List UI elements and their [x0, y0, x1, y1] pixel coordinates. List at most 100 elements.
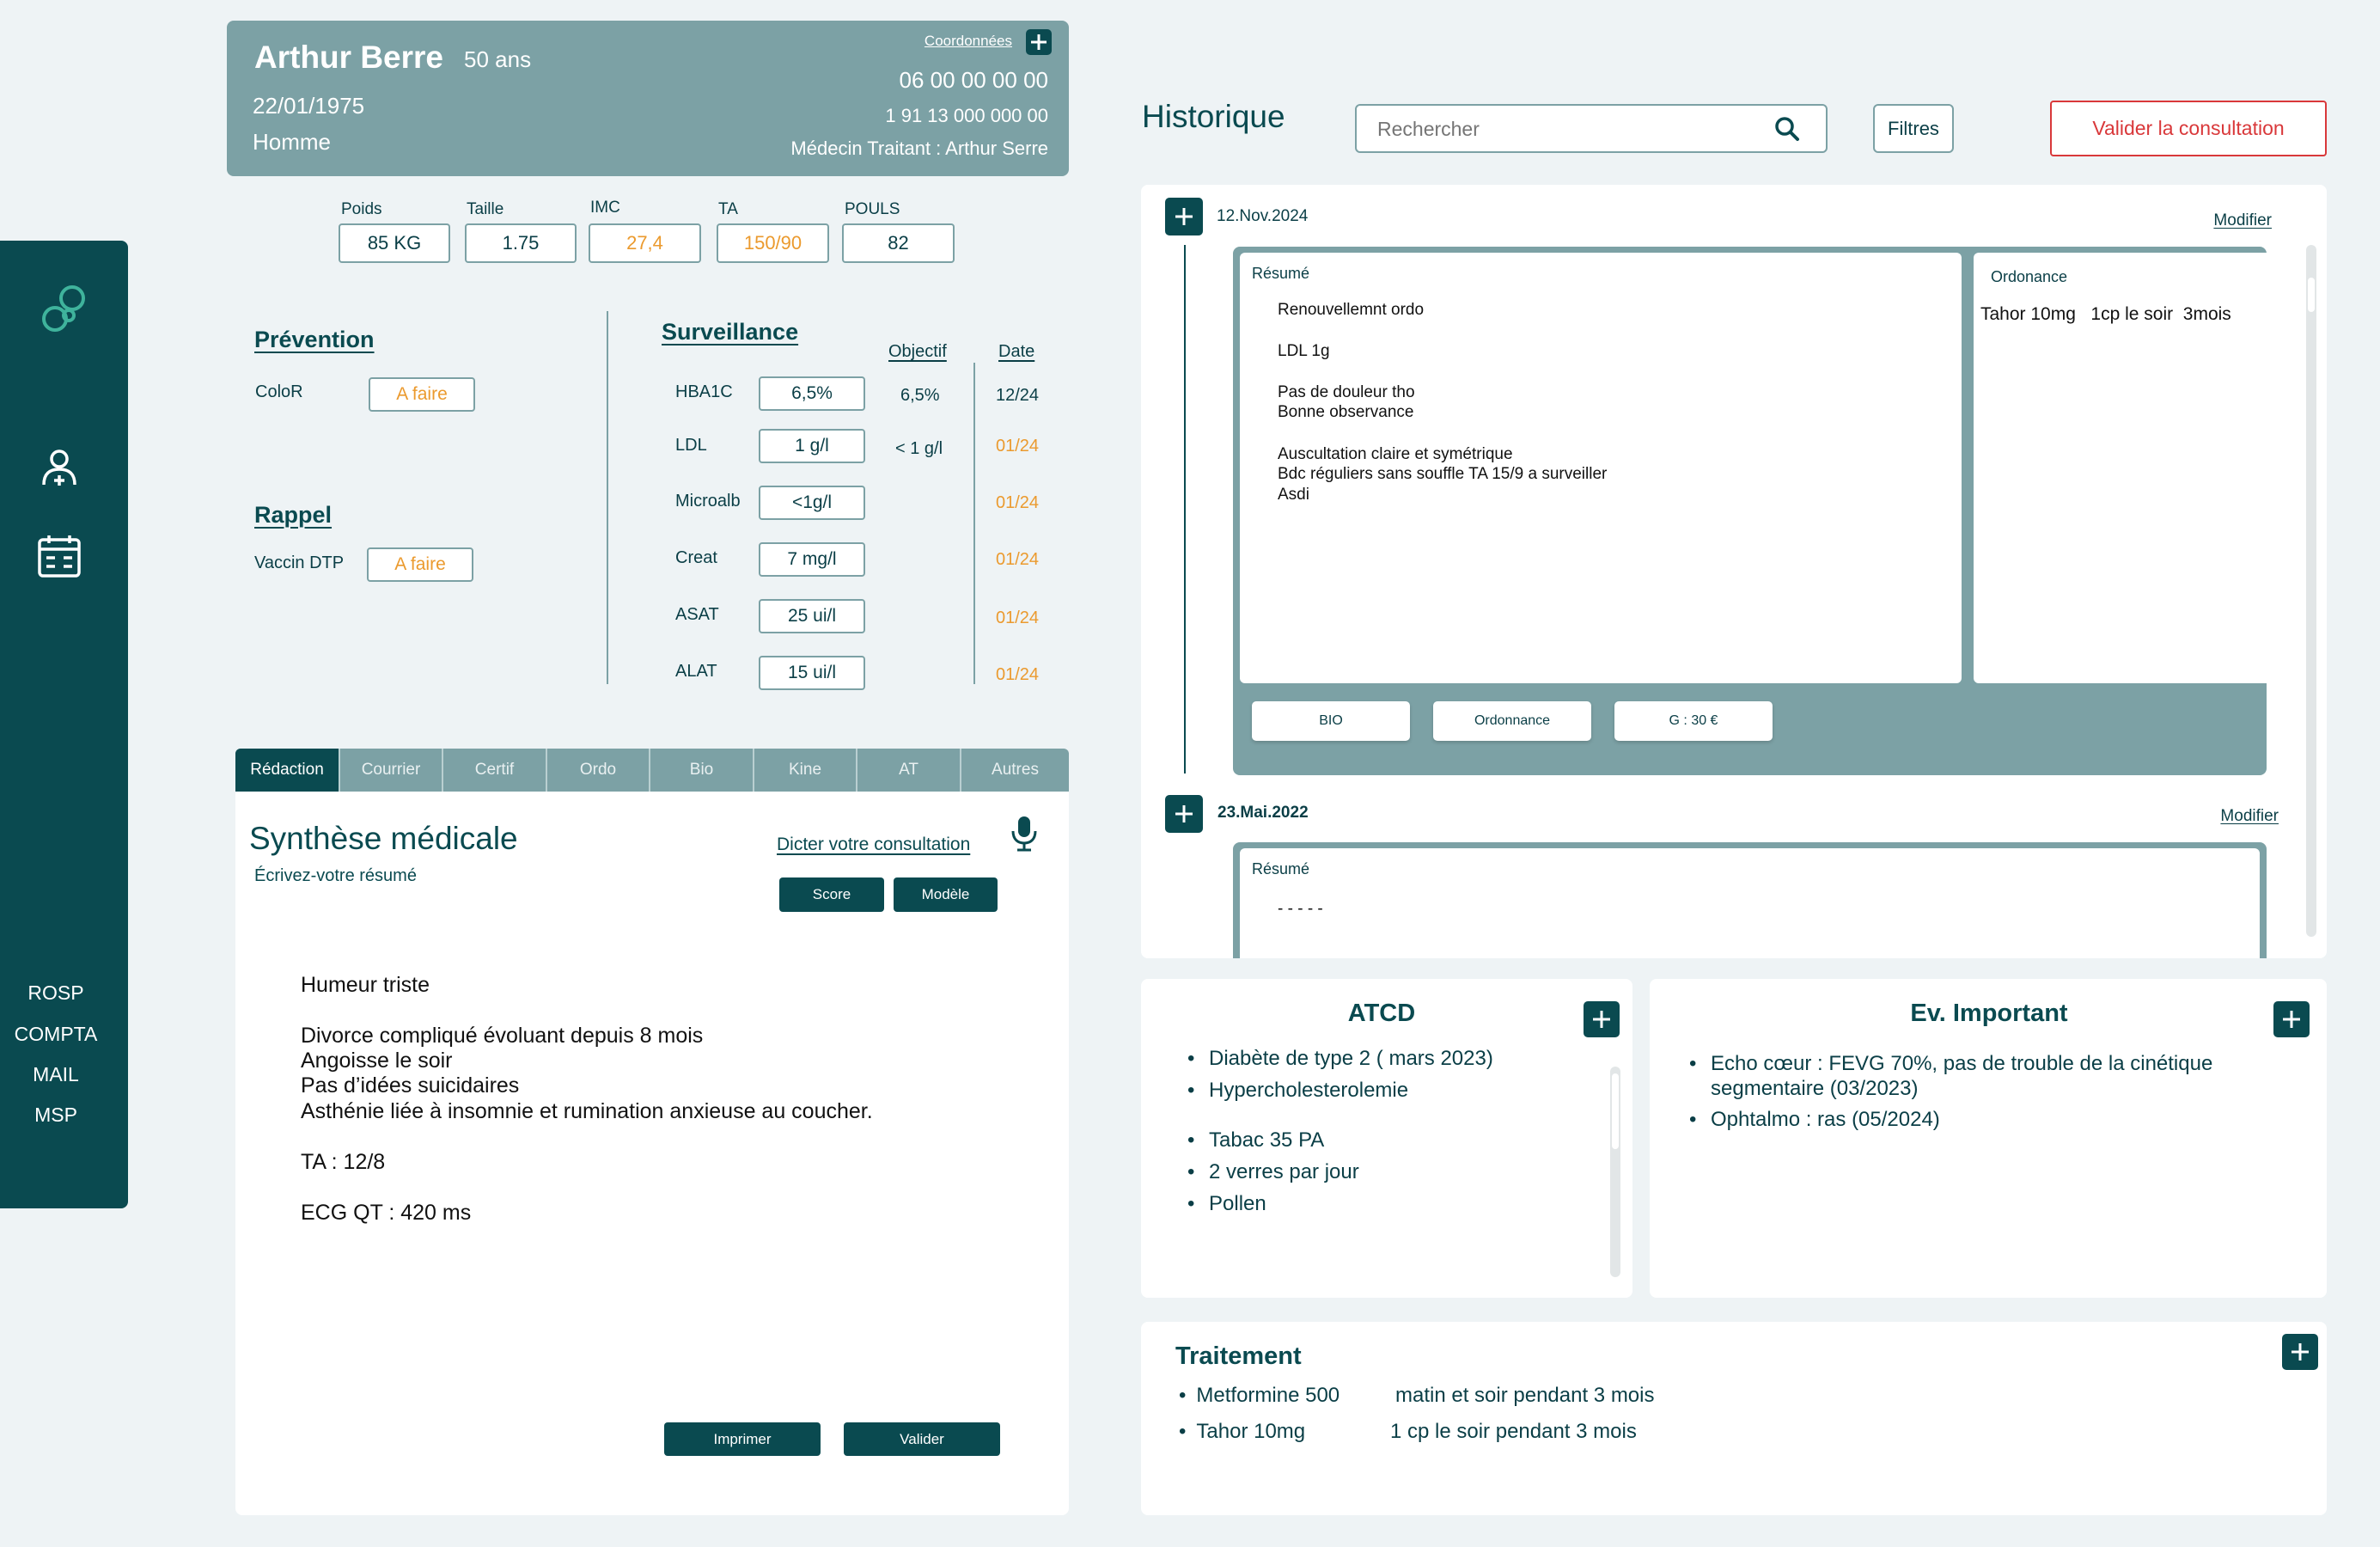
patient-ssn: 1 91 13 000 000 00 [885, 105, 1048, 126]
app-logo-icon[interactable] [34, 279, 95, 339]
ordonnance-button[interactable]: Ordonnance [1433, 701, 1591, 741]
plus-icon [2283, 1011, 2300, 1028]
prevention-title: Prévention [254, 327, 375, 352]
vital-bmi-field[interactable]: 27,4 [589, 223, 701, 263]
search-input[interactable] [1377, 116, 1755, 142]
tab-at[interactable]: AT [857, 749, 961, 792]
score-button[interactable]: Score [779, 877, 884, 912]
filters-button[interactable]: Filtres [1873, 104, 1954, 153]
fee-button[interactable]: G : 30 € [1614, 701, 1773, 741]
patient-age: 50 ans [464, 46, 532, 72]
scrollbar[interactable] [1610, 1067, 1620, 1277]
rappel-status[interactable]: A faire [367, 547, 473, 582]
add-event-button[interactable] [2273, 1001, 2310, 1037]
surveillance-date: 01/24 [996, 665, 1040, 684]
note-line: Humeur triste [301, 973, 430, 997]
plus-icon [1175, 805, 1193, 822]
surveillance-label: Creat [675, 548, 717, 567]
vital-bp-field[interactable]: 150/90 [717, 223, 829, 263]
vital-height-field[interactable]: 1.75 [465, 223, 577, 263]
resume-box: Résumé - - - - - [1240, 848, 2260, 958]
surveillance-value[interactable]: <1g/l [759, 486, 865, 520]
modify-link[interactable]: Modifier [2220, 807, 2279, 826]
atcd-list: Diabète de type 2 ( mars 2023) Hyperchol… [1186, 1043, 1493, 1106]
historique-title: Historique [1142, 99, 1285, 134]
divider [973, 363, 975, 684]
add-coordinates-button[interactable] [1026, 29, 1052, 55]
nav-compta[interactable]: COMPTA [0, 1023, 112, 1046]
coordinates-link[interactable]: Coordonnées [925, 33, 1012, 50]
vital-label: POULS [845, 200, 900, 218]
surveillance-date: 01/24 [996, 608, 1040, 627]
ev-important-panel: Ev. Important • Echo cœur : FEVG 70%, pas… [1650, 979, 2327, 1298]
bio-button[interactable]: BIO [1252, 701, 1410, 741]
nav-msp[interactable]: MSP [0, 1104, 112, 1127]
vital-label: TA [718, 200, 738, 218]
add-patient-icon[interactable] [38, 447, 81, 490]
entry-date: 12.Nov.2024 [1217, 207, 1309, 225]
surveillance-value[interactable]: 1 g/l [759, 429, 865, 463]
dictate-link[interactable]: Dicter votre consultation [777, 835, 970, 855]
entry-card: Résumé Renouvellemnt ordo LDL 1g Pas de … [1233, 247, 2273, 775]
expand-entry-button[interactable] [1165, 198, 1203, 235]
surveillance-value[interactable]: 25 ui/l [759, 599, 865, 633]
note-line: ECG QT : 420 ms [301, 1201, 472, 1225]
tab-courrier[interactable]: Courrier [340, 749, 443, 792]
traitement-panel: Traitement • Metformine 500 matin et soir… [1141, 1322, 2327, 1515]
tab-autres[interactable]: Autres [961, 749, 1069, 792]
treatment-row: • Metformine 500 [1179, 1384, 1340, 1407]
list-item-continuation: segmentaire (03/2023) [1711, 1077, 1919, 1100]
tab-kine[interactable]: Kine [754, 749, 857, 792]
vital-label: Poids [341, 200, 382, 218]
event-list: • Echo cœur : FEVG 70%, pas de trouble de… [1687, 1051, 2212, 1132]
resume-line: Pas de douleur tho [1278, 383, 1415, 401]
tab-certif[interactable]: Certif [443, 749, 547, 792]
model-button[interactable]: Modèle [894, 877, 998, 912]
ordonnance-label: Ordonance [1991, 268, 2068, 285]
nav-mail[interactable]: MAIL [0, 1063, 112, 1086]
microphone-icon[interactable] [1009, 814, 1040, 853]
resume-line: Bonne observance [1278, 403, 1414, 421]
atcd-panel: ATCD Diabète de type 2 ( mars 2023) Hype… [1141, 979, 1632, 1298]
surveillance-objective: 6,5% [900, 386, 940, 405]
validate-consultation-button[interactable]: Valider la consultation [2050, 101, 2327, 156]
divider [607, 311, 608, 684]
surveillance-title: Surveillance [662, 319, 799, 345]
modify-link[interactable]: Modifier [2213, 211, 2272, 230]
surveillance-value[interactable]: 6,5% [759, 376, 865, 411]
add-treatment-button[interactable] [2282, 1334, 2318, 1370]
vital-weight-field[interactable]: 85 KG [339, 223, 450, 263]
search-box[interactable] [1355, 104, 1828, 153]
nav-rosp[interactable]: ROSP [0, 981, 112, 1005]
scrollbar-thumb[interactable] [2308, 278, 2315, 312]
expand-entry-button[interactable] [1165, 795, 1203, 833]
surveillance-label: ALAT [675, 662, 717, 681]
calendar-icon[interactable] [36, 533, 82, 579]
tab-bio[interactable]: Bio [650, 749, 754, 792]
resume-line: - - - - - [1278, 900, 1323, 918]
sidebar: ROSP COMPTA MAIL MSP [0, 241, 128, 1208]
surveillance-value[interactable]: 15 ui/l [759, 656, 865, 690]
add-atcd-button[interactable] [1584, 1001, 1620, 1037]
rappel-title: Rappel [254, 502, 333, 528]
surveillance-value[interactable]: 7 mg/l [759, 542, 865, 577]
treatment-dosage: 1 cp le soir pendant 3 mois [1390, 1420, 1637, 1443]
validate-button[interactable]: Valider [844, 1422, 1000, 1456]
search-icon[interactable] [1774, 116, 1800, 142]
patient-name: Arthur Berre [254, 40, 443, 75]
tab-ordo[interactable]: Ordo [547, 749, 650, 792]
editor-panel: Rédaction Courrier Certif Ordo Bio Kine … [235, 749, 1069, 1515]
entry-card: Résumé - - - - - [1233, 842, 2267, 958]
patient-dob: 22/01/1975 [253, 93, 365, 119]
prevention-status[interactable]: A faire [369, 377, 475, 412]
ordonnance-text: Tahor 10mg 1cp le soir 3mois [1980, 304, 2231, 324]
list-item: Hypercholesterolemie [1186, 1074, 1493, 1106]
resume-label: Résumé [1252, 265, 1310, 282]
print-button[interactable]: Imprimer [664, 1422, 821, 1456]
scrollbar[interactable] [2306, 245, 2316, 937]
vital-pulse-field[interactable]: 82 [842, 223, 955, 263]
resume-label: Résumé [1252, 860, 1310, 877]
tab-redaction[interactable]: Rédaction [235, 749, 340, 792]
scrollbar-thumb[interactable] [1612, 1073, 1619, 1149]
surveillance-date: 01/24 [996, 493, 1040, 512]
